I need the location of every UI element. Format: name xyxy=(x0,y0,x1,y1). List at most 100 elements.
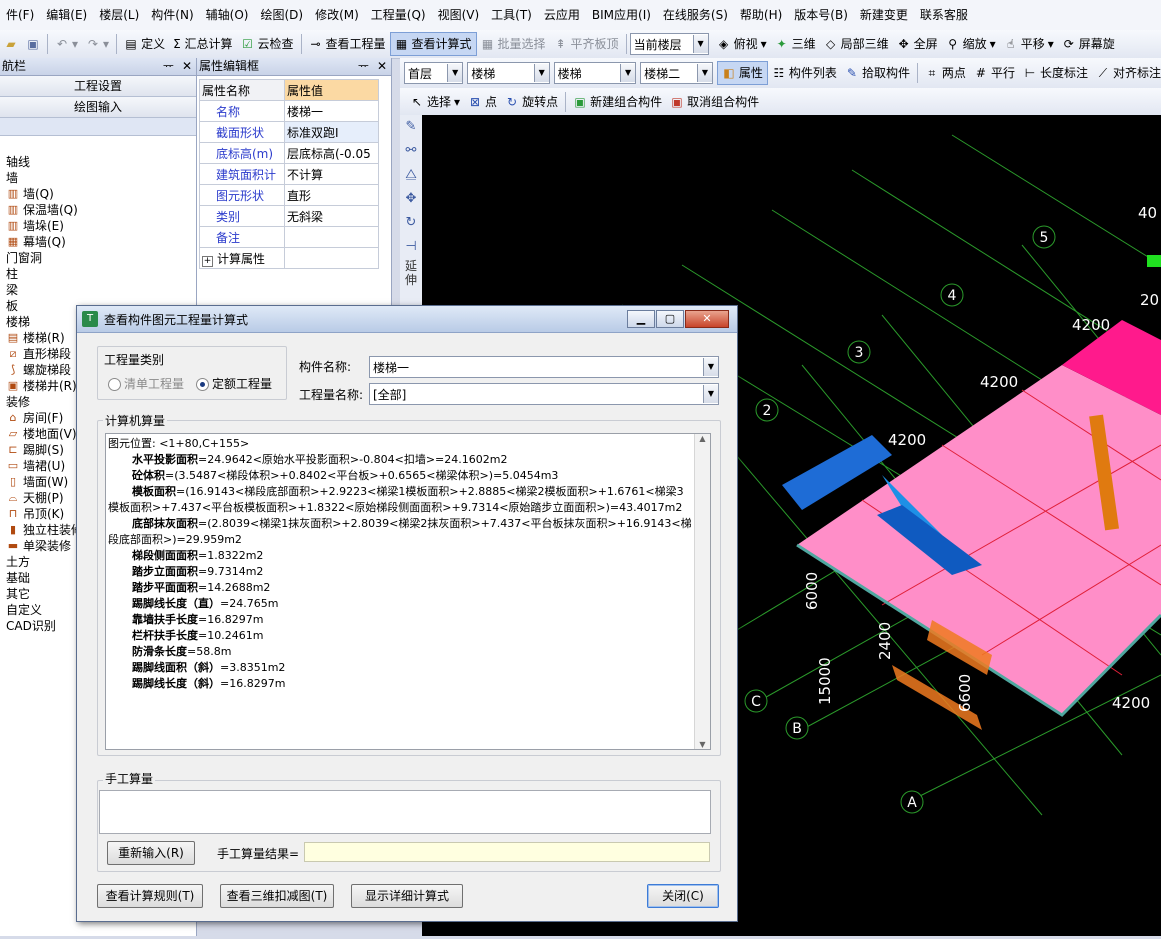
menu-item[interactable]: 楼层(L) xyxy=(93,0,145,30)
type-select[interactable]: 楼梯 ▼ xyxy=(467,62,550,84)
menu-item[interactable]: 构件(N) xyxy=(145,0,199,30)
pick-component-button[interactable]: ✎ 拾取构件 xyxy=(841,61,914,85)
menu-item[interactable]: 版本号(B) xyxy=(788,0,854,30)
manual-input[interactable] xyxy=(99,790,711,834)
close-button[interactable]: 关闭(C) xyxy=(647,884,719,908)
floor-select[interactable]: 首层 ▼ xyxy=(404,62,464,84)
nav-tree-item[interactable]: ▥ 墙(Q) xyxy=(0,186,196,202)
nav-tree-item[interactable]: 梁 xyxy=(0,282,196,298)
view-quantity-button[interactable]: ⊸ 查看工程量 xyxy=(305,32,390,56)
calc-formula-textarea[interactable]: 图元位置: <1+80,C+155> 水平投影面积=24.9642<原始水平投影面… xyxy=(105,433,711,750)
mirror-icon[interactable]: ⧋ xyxy=(400,163,422,187)
minimize-button[interactable]: ▁ xyxy=(627,310,655,328)
menu-item[interactable]: 新建变更 xyxy=(854,0,914,30)
property-row[interactable]: 建筑面积计 不计算 xyxy=(199,163,379,185)
component-list-button[interactable]: ☷ 构件列表 xyxy=(768,61,841,85)
vertical-scrollbar[interactable]: ▲ ▼ xyxy=(694,434,710,749)
save-icon[interactable]: ▣ xyxy=(22,32,44,56)
calc-attr-expand-row[interactable]: + 计算属性 xyxy=(199,247,379,269)
align-slab-button[interactable]: ⇞ 平齐板顶 xyxy=(550,32,623,56)
reinput-button[interactable]: 重新输入(R) xyxy=(107,841,195,865)
top-view-button[interactable]: ◈ 俯视 ▾ xyxy=(713,32,771,56)
property-row[interactable]: 底标高(m) 层底标高(-0.05 xyxy=(199,142,379,164)
define-button[interactable]: ▤ 定义 xyxy=(120,32,169,56)
scroll-down-icon[interactable]: ▼ xyxy=(695,740,710,749)
property-row[interactable]: 名称 楼梯一 xyxy=(199,100,379,122)
property-row[interactable]: 备注 xyxy=(199,226,379,248)
nav-tree-item[interactable]: 墙 xyxy=(0,170,196,186)
property-row[interactable]: 类别 无斜梁 xyxy=(199,205,379,227)
local-3d-button[interactable]: ◇ 局部三维 xyxy=(820,32,893,56)
nav-tree-item[interactable]: ▦ 幕墙(Q) xyxy=(0,234,196,250)
select-button[interactable]: ↖ 选择 ▾ xyxy=(406,90,464,114)
nav-tree-item[interactable]: 轴线 xyxy=(0,154,196,170)
view-rules-button[interactable]: 查看计算规则(T) xyxy=(97,884,203,908)
redo-icon[interactable]: ↷ ▾ xyxy=(82,32,113,56)
property-row[interactable]: 图元形状 直形 xyxy=(199,184,379,206)
menu-item[interactable]: 视图(V) xyxy=(432,0,486,30)
show-detail-formula-button[interactable]: 显示详细计算式 xyxy=(351,884,463,908)
maximize-button[interactable]: ▢ xyxy=(656,310,684,328)
current-floor-select[interactable]: 当前楼层 ▼ xyxy=(629,33,709,55)
component-name-select[interactable]: 楼梯一 ▼ xyxy=(369,356,719,378)
menu-item[interactable]: 联系客服 xyxy=(914,0,974,30)
move-icon[interactable]: ✥ xyxy=(400,187,422,211)
extend-icon[interactable]: ⊣ xyxy=(400,235,422,259)
screen-rotate-button[interactable]: ⟳ 屏幕旋 xyxy=(1058,32,1119,56)
window-close-button[interactable]: ✕ xyxy=(685,310,729,328)
point-button[interactable]: ⊠ 点 xyxy=(464,90,501,114)
menu-item[interactable]: 修改(M) xyxy=(309,0,365,30)
component-icon: ⌂ xyxy=(9,411,17,424)
length-dim-button[interactable]: ⊢ 长度标注 xyxy=(1019,61,1092,85)
open-icon[interactable]: ▰ xyxy=(0,32,22,56)
menu-item[interactable]: 在线服务(S) xyxy=(657,0,734,30)
two-point-button[interactable]: ⌗ 两点 xyxy=(921,61,970,85)
menu-item[interactable]: 工程量(Q) xyxy=(365,0,432,30)
new-group-button[interactable]: ▣ 新建组合构件 xyxy=(569,90,666,114)
pin-icon[interactable]: ᅲ xyxy=(358,58,369,75)
view-formula-button[interactable]: ▦ 查看计算式 xyxy=(389,32,477,56)
cancel-group-button[interactable]: ▣ 取消组合构件 xyxy=(666,90,763,114)
close-icon[interactable]: ✕ xyxy=(182,58,192,75)
batch-select-button[interactable]: ▦ 批量选择 xyxy=(477,32,550,56)
pan-button[interactable]: ☝ 平移 ▾ xyxy=(1000,32,1058,56)
scroll-up-icon[interactable]: ▲ xyxy=(695,434,710,443)
project-settings-button[interactable]: 工程设置 xyxy=(0,76,196,97)
nav-tree-item[interactable]: ▥ 保温墙(Q) xyxy=(0,202,196,218)
menu-item[interactable]: BIM应用(I) xyxy=(586,0,657,30)
pin-icon[interactable]: ᅲ xyxy=(163,58,174,75)
3d-button[interactable]: ✦ 三维 xyxy=(771,32,820,56)
parallel-button[interactable]: # 平行 xyxy=(970,61,1019,85)
undo-icon[interactable]: ↶ ▾ xyxy=(51,32,82,56)
nav-tree-item[interactable]: ▥ 墙垛(E) xyxy=(0,218,196,234)
cloud-check-button[interactable]: ☑ 云检查 xyxy=(236,32,297,56)
rotate-icon[interactable]: ↻ xyxy=(400,211,422,235)
menu-item[interactable]: 云应用 xyxy=(538,0,586,30)
menu-item[interactable]: 件(F) xyxy=(0,0,40,30)
nav-tree-item[interactable]: 柱 xyxy=(0,266,196,282)
pen-icon[interactable]: ✎ xyxy=(400,115,422,139)
link-icon[interactable]: ⚯ xyxy=(400,139,422,163)
sum-calc-button[interactable]: Σ 汇总计算 xyxy=(169,32,236,56)
menu-item[interactable]: 绘图(D) xyxy=(254,0,309,30)
fullscreen-button[interactable]: ✥ 全屏 xyxy=(893,32,942,56)
menu-item[interactable]: 辅轴(O) xyxy=(200,0,255,30)
view-3d-deduction-button[interactable]: 查看三维扣减图(T) xyxy=(220,884,334,908)
properties-button[interactable]: ◧ 属性 xyxy=(716,61,768,85)
align-dim-button[interactable]: ⟋ 对齐标注 xyxy=(1092,61,1161,85)
nav-tree-item[interactable]: 门窗洞 xyxy=(0,250,196,266)
list-qty-radio[interactable]: 清单工程量 xyxy=(108,375,184,392)
property-row[interactable]: 截面形状 标准双跑I xyxy=(199,121,379,143)
quota-qty-radio[interactable]: 定额工程量 xyxy=(196,375,272,392)
menu-item[interactable]: 工具(T) xyxy=(485,0,538,30)
drawing-input-button[interactable]: 绘图输入 xyxy=(0,97,196,118)
close-icon[interactable]: ✕ xyxy=(377,58,387,75)
menu-item[interactable]: 帮助(H) xyxy=(734,0,788,30)
component-select[interactable]: 楼梯二 ▼ xyxy=(640,62,713,84)
expand-icon[interactable]: + xyxy=(202,255,213,267)
rotate-point-button[interactable]: ↻ 旋转点 xyxy=(501,90,562,114)
quantity-name-select[interactable]: [全部] ▼ xyxy=(369,383,719,405)
menu-item[interactable]: 编辑(E) xyxy=(40,0,93,30)
zoom-button[interactable]: ⚲ 缩放 ▾ xyxy=(942,32,1000,56)
subtype-select[interactable]: 楼梯 ▼ xyxy=(553,62,637,84)
